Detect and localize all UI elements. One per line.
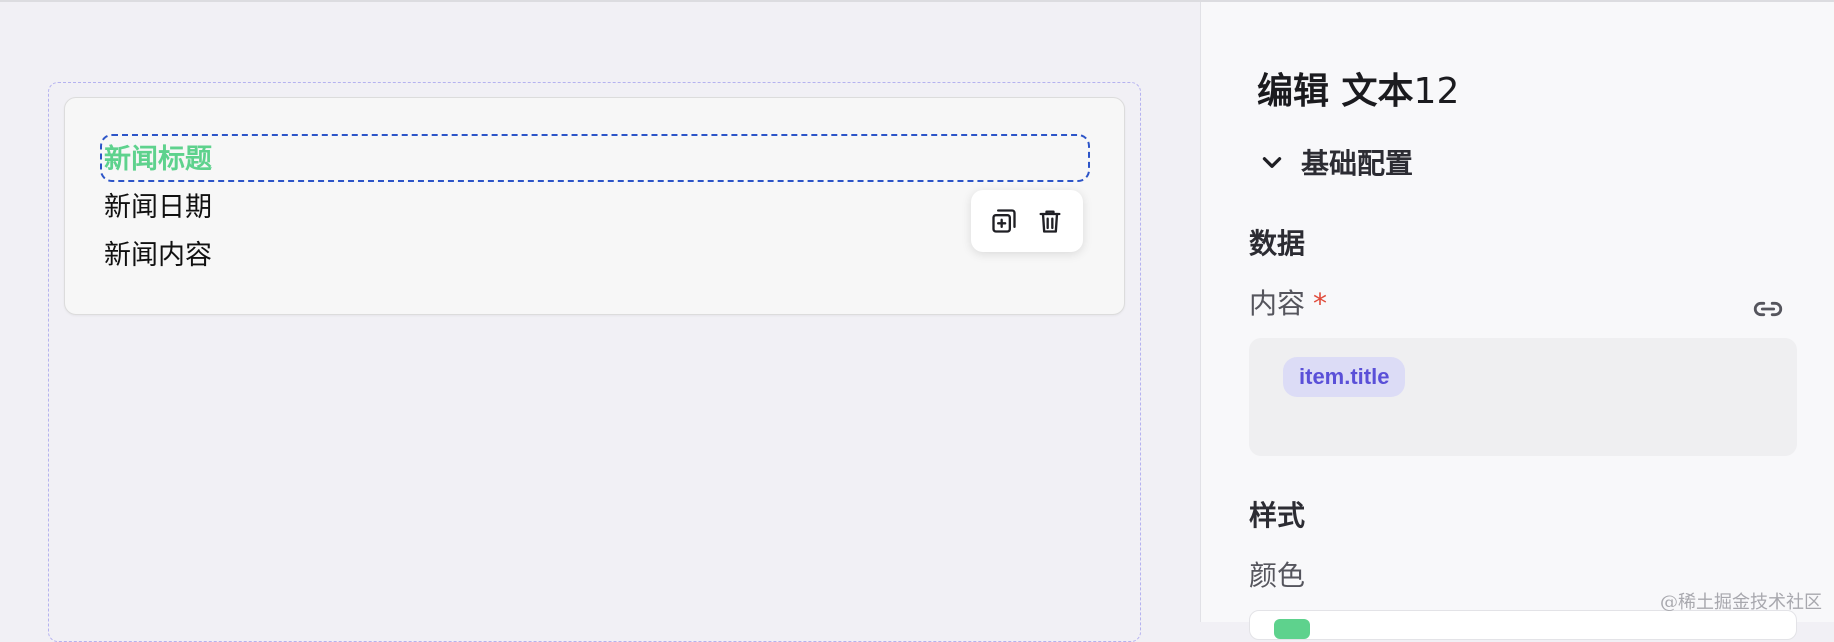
element-toolbar [971,190,1083,252]
watermark: @稀土掘金技术社区 [1660,588,1822,614]
news-content-text[interactable]: 新闻内容 [104,239,212,273]
style-group-heading: 样式 [1249,494,1305,534]
duplicate-button[interactable] [987,204,1021,238]
color-picker-input[interactable] [1249,610,1797,640]
panel-title-number: 12 [1414,71,1460,112]
section-label: 基础配置 [1301,142,1413,182]
variable-token[interactable]: item.title [1283,357,1405,397]
copy-plus-icon [990,207,1018,235]
data-group-heading: 数据 [1249,222,1305,262]
trash-icon [1036,207,1064,235]
chevron-down-icon [1259,149,1285,175]
required-mark: * [1313,287,1327,320]
selected-text-outline[interactable] [100,134,1090,182]
news-title-text[interactable]: 新闻标题 [104,143,212,177]
news-date-text[interactable]: 新闻日期 [104,191,212,225]
link-icon[interactable] [1751,292,1785,326]
properties-panel: 编辑 文本12 基础配置 数据 内容* item.title 样式 颜色 [1201,2,1834,622]
color-swatch[interactable] [1274,619,1310,639]
content-expression-input[interactable]: item.title [1249,338,1797,456]
panel-title: 编辑 文本12 [1257,62,1459,114]
content-field-label: 内容* [1249,282,1327,322]
list-item-card[interactable] [64,97,1125,315]
color-field-label: 颜色 [1249,554,1305,594]
delete-button[interactable] [1033,204,1067,238]
panel-title-prefix: 编辑 文本 [1257,71,1414,112]
section-basic-config[interactable]: 基础配置 [1259,142,1413,182]
content-label-text: 内容 [1249,287,1305,320]
